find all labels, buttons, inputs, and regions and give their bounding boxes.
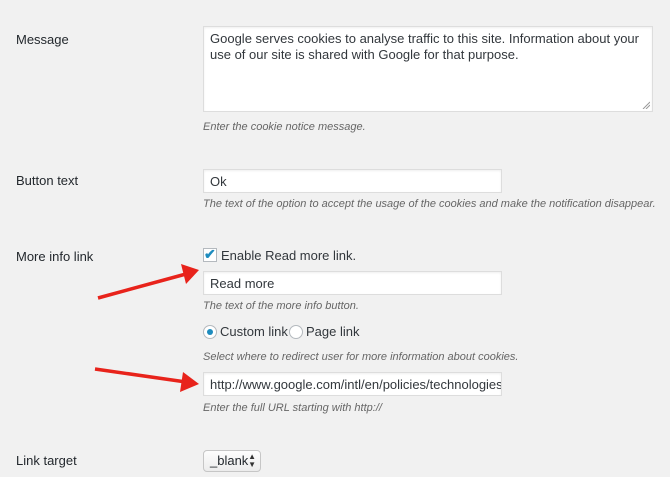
annotation-arrow-url [94,367,199,392]
annotation-arrow-read-more [97,264,199,300]
annotation-arrows [94,264,199,392]
